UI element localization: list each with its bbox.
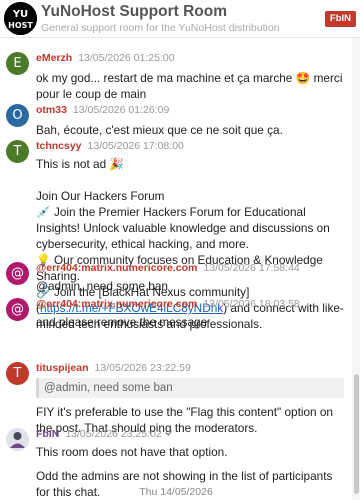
logo-text-top: YU: [12, 9, 28, 20]
user-avatar-image: [6, 428, 29, 451]
author-name[interactable]: tituspijean: [36, 362, 89, 374]
timestamp[interactable]: 13/05/2026 23:25:02: [65, 428, 161, 440]
timestamp[interactable]: 13/05/2026 17:08:00: [88, 140, 184, 152]
avatar-letter: T: [13, 366, 22, 381]
timestamp[interactable]: 13/05/2026 01:25:00: [78, 52, 174, 64]
message-text: 💉 Join the Premier Hackers Forum for Edu…: [36, 205, 330, 251]
author-name[interactable]: FbIN: [36, 428, 59, 440]
message-body: Bah, écoute, c'est mieux que ce ne soit …: [36, 122, 344, 138]
avatar-letter: O: [12, 108, 23, 123]
message-list[interactable]: E eMerzh 13/05/2026 01:25:00 ok my god...…: [0, 38, 352, 500]
logo-text-bottom: HOST: [8, 21, 33, 30]
message-meta: eMerzh 13/05/2026 01:25:00: [36, 52, 175, 64]
author-name[interactable]: tchncsyy: [36, 140, 82, 152]
avatar-letter: E: [13, 56, 22, 71]
avatar[interactable]: T: [6, 362, 29, 385]
message-body: and please remove the message: [36, 314, 344, 330]
timestamp[interactable]: 13/05/2026 17:58:44: [203, 262, 299, 274]
message-meta: FbIN 13/05/2026 23:25:02 ✓: [36, 428, 174, 440]
avatar-letter: @: [11, 302, 24, 317]
avatar[interactable]: E: [6, 52, 29, 75]
scrollbar-thumb[interactable]: [354, 374, 359, 494]
message-meta: tituspijean 13/05/2026 23:22:59: [36, 362, 191, 374]
author-name[interactable]: otm33: [36, 104, 67, 116]
message-meta: tchncsyy 13/05/2026 17:08:00: [36, 140, 184, 152]
user-badge[interactable]: FbIN: [324, 11, 356, 27]
scrollbar[interactable]: [352, 38, 360, 500]
avatar[interactable]: O: [6, 104, 29, 127]
author-name[interactable]: eMerzh: [36, 52, 72, 64]
message-meta: otm33 13/05/2026 01:26:09: [36, 104, 169, 116]
quoted-message[interactable]: @admin, need some ban: [36, 378, 344, 398]
yunohost-logo: YU HOST: [4, 2, 37, 35]
avatar-letter: @: [11, 266, 24, 281]
avatar[interactable]: @: [6, 262, 29, 285]
message-body: ok my god... restart de ma machine et ça…: [36, 70, 344, 102]
message-text: @admin, need some ban: [36, 279, 168, 293]
message-text: Join Our Hackers Forum: [36, 189, 165, 203]
message-text: This room does not have that option.: [36, 445, 228, 459]
message-text: ok my god... restart de ma machine et ça…: [36, 71, 343, 101]
avatar[interactable]: T: [6, 140, 29, 163]
message-text: and please remove the message: [36, 315, 208, 329]
date-separator: Thu 14/05/2026: [139, 486, 213, 498]
room-subtitle: General support room for the YuNoHost di…: [41, 22, 280, 34]
timestamp[interactable]: 13/05/2026 01:26:09: [73, 104, 169, 116]
author-name[interactable]: @err404:matrix.numericore.com: [36, 298, 197, 310]
message-text: Bah, écoute, c'est mieux que ce ne soit …: [36, 123, 283, 137]
read-receipt-icon: ✓: [165, 428, 175, 440]
message-meta: @err404:matrix.numericore.com 13/05/2026 …: [36, 298, 300, 310]
author-name[interactable]: @err404:matrix.numericore.com: [36, 262, 197, 274]
avatar[interactable]: [6, 428, 29, 451]
timestamp[interactable]: 13/05/2026 18:03:58: [203, 298, 299, 310]
room-header: YU HOST YuNoHost Support Room General su…: [0, 0, 360, 38]
message-text: This is not ad 🎉: [36, 157, 125, 171]
avatar[interactable]: @: [6, 298, 29, 321]
timestamp[interactable]: 13/05/2026 23:22:59: [95, 362, 191, 374]
message-body: @admin, need some ban: [36, 278, 344, 294]
avatar-letter: T: [13, 144, 22, 159]
room-title: YuNoHost Support Room: [41, 3, 227, 20]
message-meta: @err404:matrix.numericore.com 13/05/2026 …: [36, 262, 300, 274]
